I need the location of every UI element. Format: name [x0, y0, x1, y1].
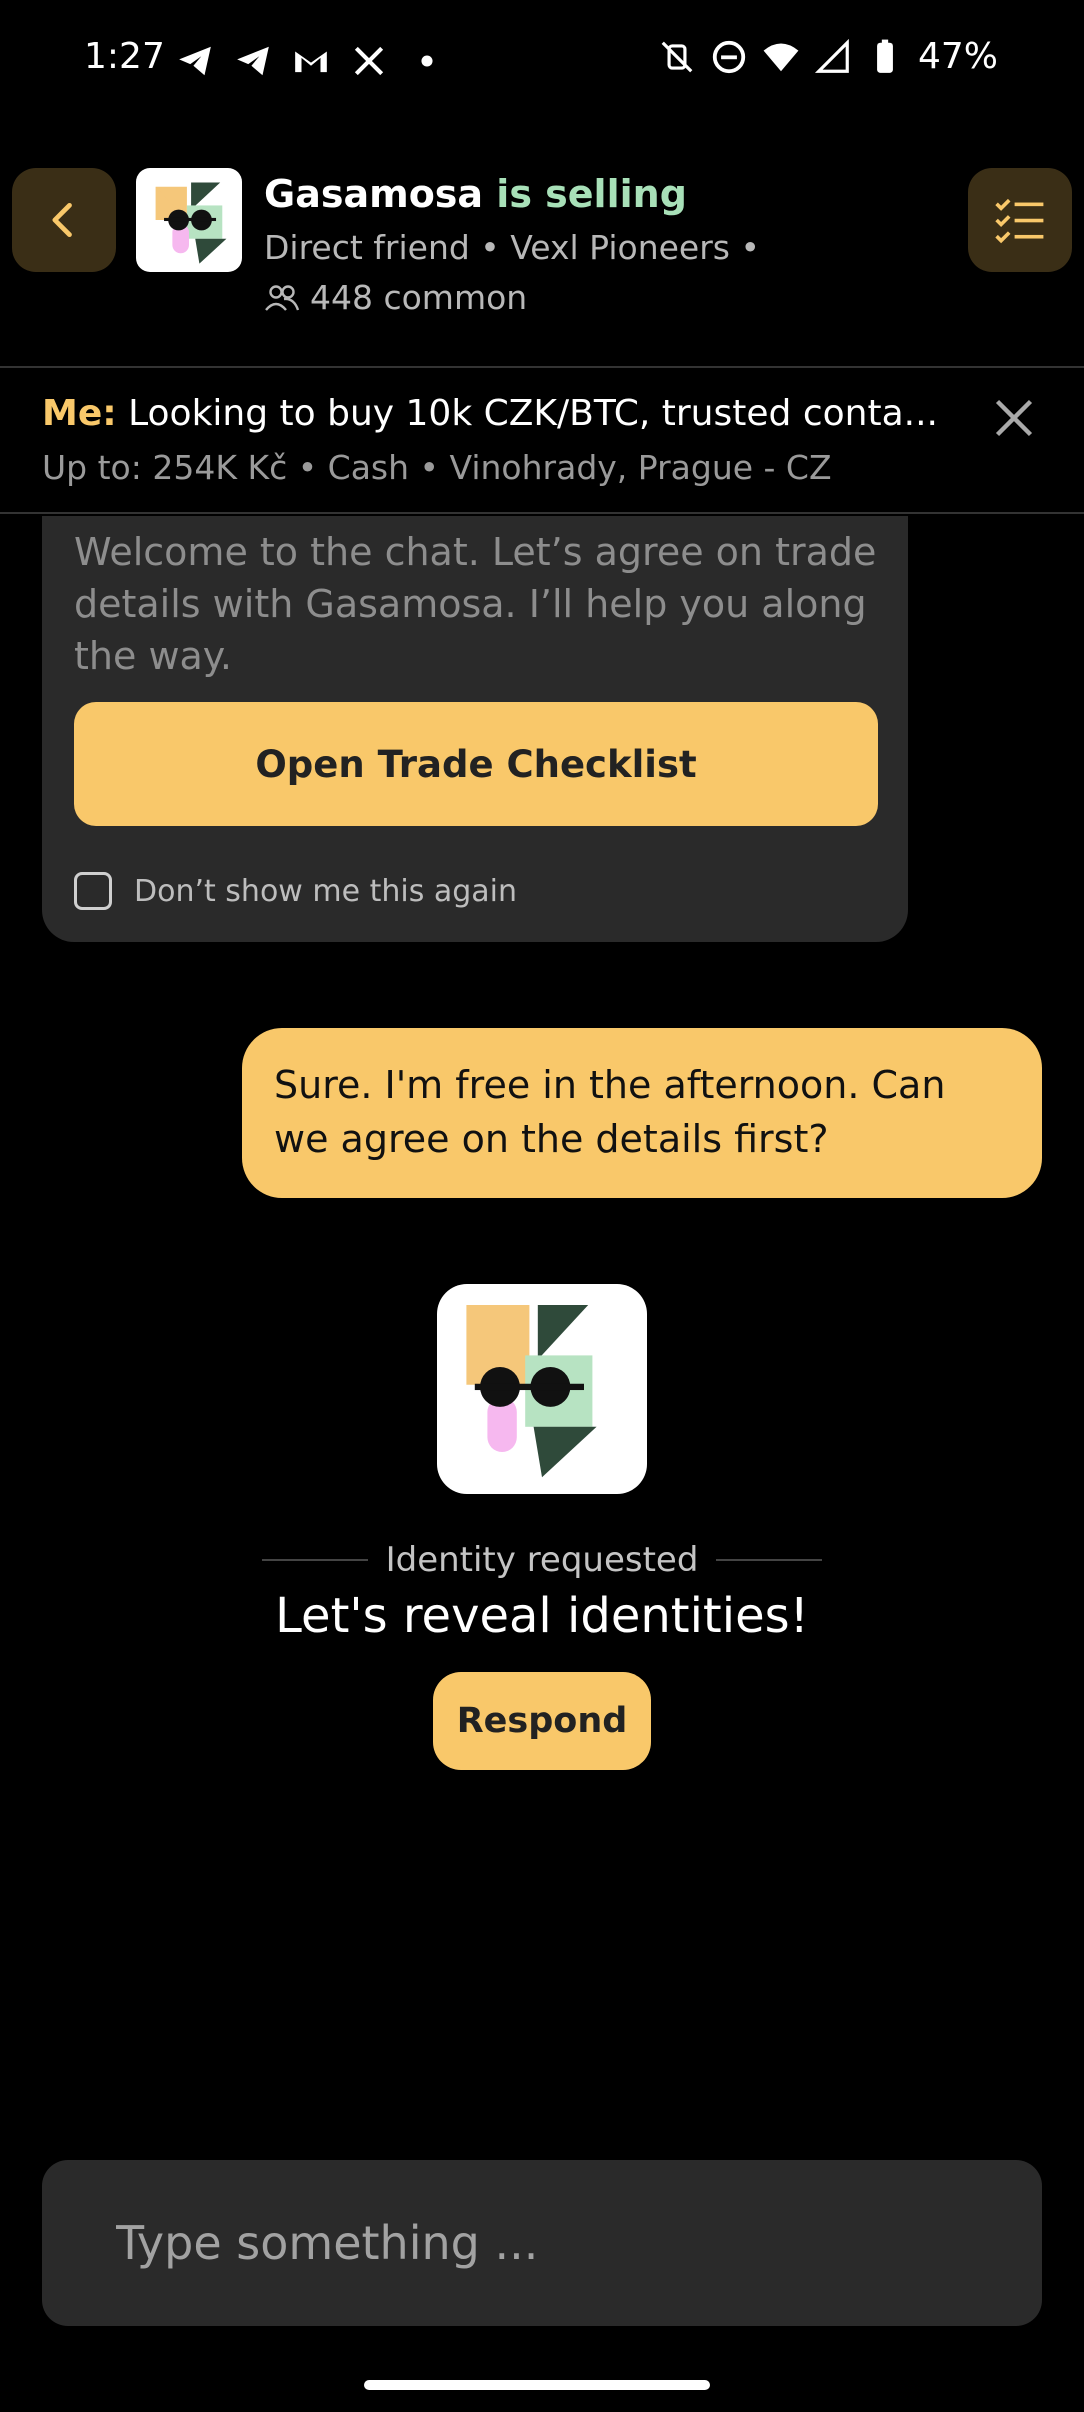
divider-line [262, 1559, 368, 1561]
message-input[interactable] [114, 2215, 998, 2271]
telegram-icon [179, 46, 211, 76]
trade-checklist-button[interactable] [968, 168, 1072, 272]
common-count: 448 common [310, 278, 528, 317]
dot-icon [421, 55, 433, 67]
message-bubble-outgoing: Sure. I'm free in the afternoon. Can we … [242, 1028, 1042, 1198]
dont-show-label: Don’t show me this again [134, 873, 518, 909]
home-indicator[interactable] [364, 2380, 710, 2390]
dont-show-checkbox[interactable] [74, 872, 112, 910]
contact-name: Gasamosa [264, 172, 484, 216]
offer-divider [0, 512, 1084, 514]
selling-status: is selling [496, 172, 687, 216]
signal-icon [814, 38, 849, 73]
people-icon [265, 284, 300, 311]
vibrate-off-icon [661, 41, 693, 72]
checklist-icon [995, 198, 1044, 244]
identity-requested-label: Identity requested [262, 1540, 823, 1580]
wifi-icon [763, 43, 799, 71]
avatar[interactable] [136, 168, 242, 272]
message-composer[interactable] [42, 2160, 1042, 2326]
status-time: 1:27 [84, 36, 165, 77]
x-icon [354, 46, 384, 76]
offer-summary[interactable]: Me: Looking to buy 10k CZK/BTC, trusted … [42, 393, 972, 434]
offer-details: Up to: 254K Kč • Cash • Vinohrady, Pragu… [42, 448, 832, 487]
system-status-icons: 47% [658, 36, 998, 77]
gmail-icon [295, 51, 327, 73]
offer-owner-label: Me: [42, 393, 117, 434]
reveal-identities-title: Let's reveal identities! [275, 1588, 809, 1644]
header-divider [0, 366, 1084, 368]
dont-show-again[interactable]: Don’t show me this again [74, 872, 517, 910]
chat-title: Gasamosa is selling [264, 172, 687, 216]
close-icon[interactable] [992, 396, 1036, 440]
telegram-icon [237, 46, 269, 76]
offer-text: Looking to buy 10k CZK/BTC, trusted cont… [128, 393, 938, 434]
welcome-text: Welcome to the chat. Let’s agree on trad… [74, 530, 877, 678]
identity-requested-text: Identity requested [385, 1540, 699, 1580]
identity-avatar [437, 1284, 647, 1494]
notification-icons [176, 42, 446, 80]
chevron-left-icon [52, 202, 72, 238]
contact-relation: Direct friend • Vexl Pioneers • [264, 228, 760, 267]
do-not-disturb-icon [712, 40, 746, 73]
status-bar: 1:27 47% [0, 0, 1084, 120]
avatar-image-icon [155, 182, 227, 264]
back-button[interactable] [12, 168, 116, 272]
divider-line [716, 1559, 823, 1561]
avatar-image-icon [466, 1305, 597, 1478]
battery-icon [877, 39, 893, 73]
welcome-card: Welcome to the chat. Let’s agree on trad… [42, 516, 908, 942]
open-trade-checklist-button[interactable]: Open Trade Checklist [74, 702, 878, 826]
battery-percent: 47% [917, 36, 998, 77]
common-friends: 448 common [264, 278, 527, 317]
respond-button[interactable]: Respond [433, 1672, 651, 1770]
